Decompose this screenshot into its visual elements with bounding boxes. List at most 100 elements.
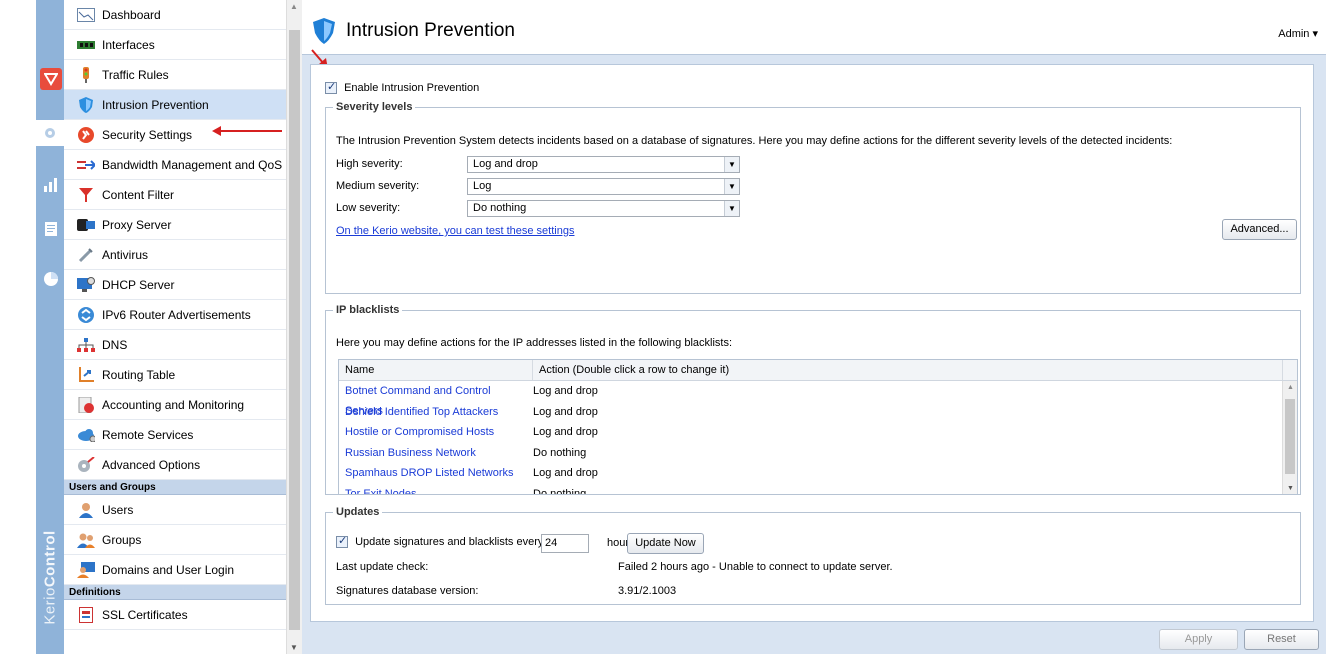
- scroll-down-icon[interactable]: ▼: [1287, 485, 1294, 492]
- high-severity-label: High severity:: [336, 158, 403, 170]
- severity-levels-group: Severity levels The Intrusion Prevention…: [325, 101, 1301, 294]
- advanced-button[interactable]: Advanced...: [1222, 219, 1297, 240]
- table-row[interactable]: Russian Business Network Do nothing: [339, 443, 1297, 464]
- sidebar-item-dashboard[interactable]: Dashboard: [64, 0, 286, 30]
- auto-update-checkbox[interactable]: [336, 534, 348, 549]
- update-interval-label: Update signatures and blacklists every: [355, 536, 544, 549]
- scroll-up-icon[interactable]: ▲: [290, 2, 298, 11]
- table-row[interactable]: Spamhaus DROP Listed Networks Log and dro…: [339, 463, 1297, 484]
- sidebar-item-content-filter[interactable]: Content Filter: [64, 180, 286, 210]
- table-header: Name Action (Double click a row to chang…: [339, 360, 1297, 381]
- domains-icon: [77, 561, 95, 579]
- sidebar-item-proxy-server[interactable]: Proxy Server: [64, 210, 286, 240]
- sidebar-item-routing-table[interactable]: Routing Table: [64, 360, 286, 390]
- row-action: Log and drop: [533, 405, 598, 418]
- row-name: Hostile or Compromised Hosts: [345, 426, 495, 438]
- user-menu[interactable]: Admin ▾: [1278, 27, 1318, 40]
- sidebar-item-remote-services[interactable]: Remote Services: [64, 420, 286, 450]
- interfaces-icon: [77, 36, 95, 54]
- column-header-name[interactable]: Name: [339, 360, 533, 380]
- sidebar-item-label: DNS: [102, 337, 128, 352]
- sidebar-item-label: Content Filter: [102, 187, 175, 202]
- table-scrollbar[interactable]: ▲ ▼: [1282, 381, 1297, 494]
- sidebar-item-ssl-certificates[interactable]: SSL Certificates: [64, 600, 286, 630]
- sidebar-item-advanced-options[interactable]: Advanced Options: [64, 450, 286, 480]
- sidebar-scroll-thumb[interactable]: [289, 30, 300, 630]
- update-now-button[interactable]: Update Now: [627, 533, 704, 554]
- column-header-action[interactable]: Action (Double click a row to change it): [533, 360, 1283, 380]
- nav-section-users-and-groups: Users and Groups: [64, 480, 286, 495]
- module-rail: KerioControl: [36, 0, 64, 654]
- sidebar-item-label: Routing Table: [102, 367, 176, 382]
- reset-button[interactable]: Reset: [1244, 629, 1319, 650]
- enable-row: Enable Intrusion Prevention: [325, 80, 480, 95]
- high-severity-select[interactable]: Log and drop ▼: [467, 156, 740, 173]
- low-severity-select[interactable]: Do nothing ▼: [467, 200, 740, 217]
- row-action: Do nothing: [533, 446, 587, 459]
- sidebar-item-label: Interfaces: [102, 37, 155, 52]
- sidebar-item-dhcp-server[interactable]: DHCP Server: [64, 270, 286, 300]
- sidebar-item-bandwidth[interactable]: Bandwidth Management and QoS: [64, 150, 286, 180]
- medium-severity-value: Log: [473, 180, 492, 192]
- main-content: Intrusion Prevention Admin ▾ Enable Intr…: [302, 0, 1326, 654]
- sidebar-item-label: Remote Services: [102, 427, 194, 442]
- table-row[interactable]: Hostile or Compromised Hosts Log and drop: [339, 422, 1297, 443]
- left-gutter: [0, 0, 36, 654]
- sidebar-item-intrusion-prevention[interactable]: Intrusion Prevention: [64, 90, 286, 120]
- nav-section-definitions: Definitions: [64, 585, 286, 600]
- update-interval-input[interactable]: 24: [541, 534, 589, 553]
- row-action: Do nothing: [533, 487, 587, 495]
- user-icon: [77, 501, 95, 519]
- sidebar-item-users[interactable]: Users: [64, 495, 286, 525]
- traffic-rules-icon: [77, 66, 95, 84]
- groups-icon: [77, 531, 95, 549]
- chevron-down-icon: ▼: [724, 179, 739, 194]
- low-severity-value: Do nothing: [473, 202, 527, 214]
- row-action: Log and drop: [533, 426, 598, 438]
- table-row[interactable]: Tor Exit Nodes Do nothing: [339, 484, 1297, 495]
- sidebar-item-groups[interactable]: Groups: [64, 525, 286, 555]
- apply-button[interactable]: Apply: [1159, 629, 1238, 650]
- test-settings-link[interactable]: On the Kerio website, you can test these…: [336, 225, 574, 237]
- page-header: Intrusion Prevention Admin ▾: [302, 0, 1326, 55]
- sidebar-item-security-settings[interactable]: Security Settings: [64, 120, 286, 150]
- row-name: Botnet Command and Control Servers: [345, 385, 491, 417]
- db-version-value: 3.91/2.1003: [618, 585, 677, 597]
- row-action: Log and drop: [533, 467, 598, 479]
- sidebar-item-interfaces[interactable]: Interfaces: [64, 30, 286, 60]
- statistics-bars-icon[interactable]: [40, 174, 62, 196]
- sidebar-item-domains[interactable]: Domains and User Login: [64, 555, 286, 585]
- row-name: Spamhaus DROP Listed Networks: [345, 467, 514, 479]
- sidebar-item-accounting[interactable]: Accounting and Monitoring: [64, 390, 286, 420]
- logs-document-icon[interactable]: [40, 218, 62, 240]
- configuration-gear-icon[interactable]: [36, 120, 64, 146]
- sidebar-item-ipv6[interactable]: IPv6 Router Advertisements: [64, 300, 286, 330]
- sidebar-nav: Dashboard Interfaces Traffic Rules Intru…: [64, 0, 286, 654]
- medium-severity-select[interactable]: Log ▼: [467, 178, 740, 195]
- sidebar-scrollbar[interactable]: ▲ ▼: [286, 0, 302, 654]
- chevron-down-icon: ▼: [724, 201, 739, 216]
- sidebar-item-label: Intrusion Prevention: [102, 97, 209, 112]
- sidebar-item-antivirus[interactable]: Antivirus: [64, 240, 286, 270]
- dns-icon: [77, 336, 95, 354]
- row-name: Russian Business Network: [345, 446, 476, 459]
- update-interval-row: Update signatures and blacklists every: [336, 534, 544, 549]
- kerio-app-icon[interactable]: [40, 68, 62, 90]
- medium-severity-label: Medium severity:: [336, 180, 420, 192]
- enable-label: Enable Intrusion Prevention: [344, 82, 480, 95]
- severity-legend: Severity levels: [336, 101, 413, 113]
- scroll-up-icon[interactable]: ▲: [1287, 384, 1294, 391]
- sidebar-item-dns[interactable]: DNS: [64, 330, 286, 360]
- scroll-down-icon[interactable]: ▼: [290, 643, 298, 652]
- table-scroll-thumb[interactable]: [1285, 399, 1295, 474]
- blacklists-legend: IP blacklists: [336, 304, 400, 316]
- reports-pie-icon[interactable]: [40, 268, 62, 290]
- table-row[interactable]: Dshield Identified Top Attackers Log and …: [339, 402, 1297, 423]
- sidebar-item-label: IPv6 Router Advertisements: [102, 307, 251, 322]
- table-row[interactable]: Botnet Command and Control Servers Log an…: [339, 381, 1297, 417]
- sidebar-item-traffic-rules[interactable]: Traffic Rules: [64, 60, 286, 90]
- enable-intrusion-prevention-checkbox[interactable]: [325, 80, 337, 95]
- db-version-label: Signatures database version:: [336, 585, 479, 597]
- advanced-icon: [77, 456, 95, 474]
- certificate-icon: [77, 606, 95, 624]
